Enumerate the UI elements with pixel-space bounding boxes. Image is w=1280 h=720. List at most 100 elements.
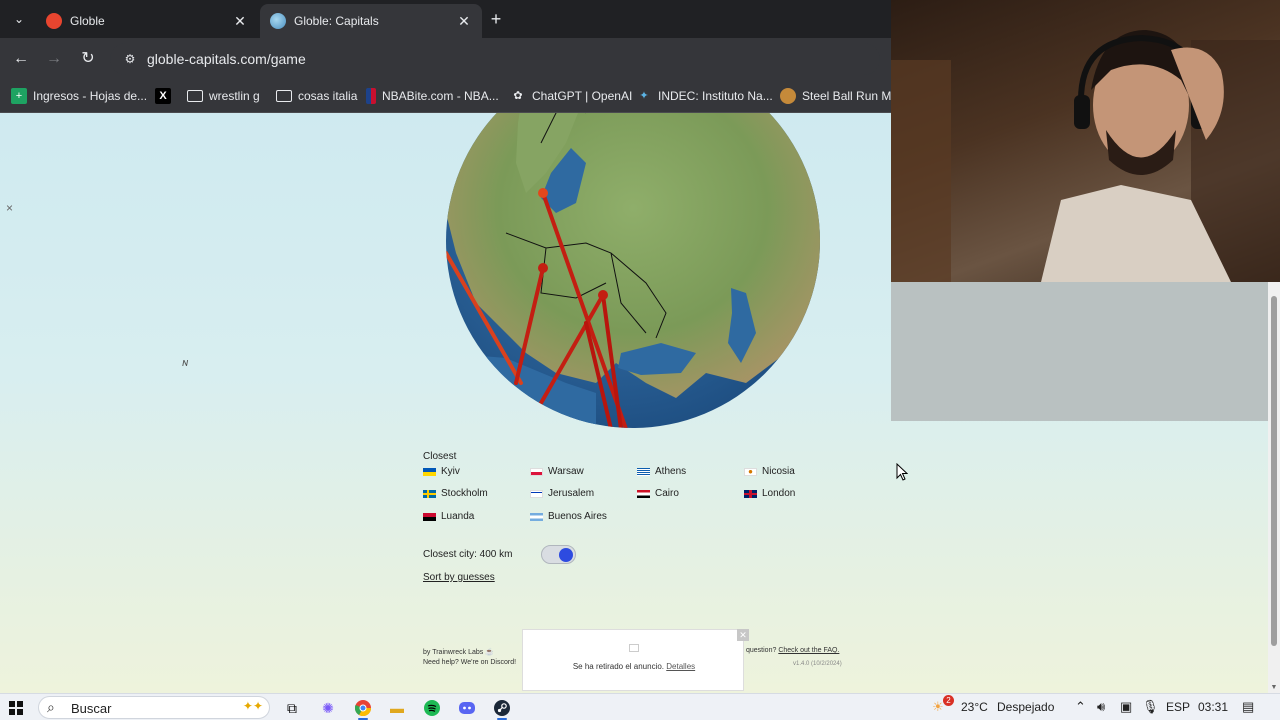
flag-cyprus-icon <box>744 467 757 476</box>
notifications-icon[interactable]: ▤ <box>1242 699 1254 715</box>
scroll-down-arrow-icon[interactable]: ▼ <box>1268 684 1280 691</box>
streamer-figure <box>891 30 1280 282</box>
bookmark-label: cosas italia <box>298 89 358 103</box>
taskbar-search[interactable]: ⌕ Buscar ✦✦ <box>38 696 270 719</box>
folder-icon <box>187 90 203 102</box>
bookmark-sheets[interactable]: + Ingresos - Hojas de... <box>11 86 147 106</box>
weather-temperature[interactable]: 23°C <box>961 700 988 714</box>
guess-label: Jerusalem <box>548 488 595 499</box>
guess-label: Athens <box>655 466 687 477</box>
guess-item[interactable]: London <box>744 488 795 499</box>
guess-label: Warsaw <box>548 466 584 477</box>
closest-city-label: Closest city: 400 km <box>423 549 513 560</box>
folder-icon <box>276 90 292 102</box>
faq-prefix: question? <box>746 647 777 654</box>
chevron-up-icon[interactable]: ⌃ <box>1075 699 1086 715</box>
weather-icon[interactable]: ☀ <box>932 699 944 715</box>
flag-egypt-icon <box>637 489 650 498</box>
tab-search-dropdown-icon[interactable]: ⌄ <box>8 8 30 30</box>
footer-credits: by Trainwreck Labs ☕ Need help? We're on… <box>423 648 516 668</box>
bookmark-label: Ingresos - Hojas de... <box>33 89 148 103</box>
globe[interactable] <box>446 113 820 429</box>
address-bar[interactable]: ⚙ globle-capitals.com/game <box>110 43 880 75</box>
camera-icon[interactable]: ▣ <box>1120 699 1132 715</box>
close-tab-icon[interactable]: ✕ <box>456 13 472 30</box>
speaker-icon[interactable]: 🔊︎ <box>1097 699 1105 715</box>
weather-badge: 2 <box>943 695 954 706</box>
clock-time[interactable]: 03:31 <box>1198 700 1228 714</box>
tab-strip: ⌄ Globle ✕ Globle: Capitals ✕ + <box>0 0 891 38</box>
copilot-sparkle-icon: ✦✦ <box>242 699 263 713</box>
reload-icon[interactable]: ↻ <box>77 48 99 70</box>
back-arrow-icon[interactable]: ← <box>10 48 32 70</box>
bookmark-nbabite[interactable]: NBABite.com - NBA... <box>366 86 499 106</box>
copilot-icon[interactable]: ✺ <box>318 698 338 718</box>
bookmark-cosas-italia[interactable]: cosas italia <box>276 86 357 106</box>
bookmark-label: ChatGPT | OpenAI <box>532 89 633 103</box>
guess-item[interactable]: Kyiv <box>423 466 460 477</box>
guess-label: Nicosia <box>762 466 795 477</box>
ad-close-icon[interactable]: ✕ <box>737 629 749 641</box>
bookmark-x[interactable]: X <box>155 86 177 106</box>
new-tab-button[interactable]: + <box>486 9 506 29</box>
tab-globle-capitals[interactable]: Globle: Capitals ✕ <box>260 4 482 38</box>
language-indicator[interactable]: ESP <box>1166 700 1190 714</box>
faq-link[interactable]: Check out the FAQ. <box>778 647 839 654</box>
guess-item[interactable]: Luanda <box>423 511 474 522</box>
bookmark-label: INDEC: Instituto Na... <box>658 89 773 103</box>
guess-item[interactable]: Stockholm <box>423 488 488 499</box>
page-scrollbar[interactable]: ▼ <box>1268 282 1280 693</box>
flag-poland-icon <box>530 467 543 476</box>
bookmark-indec[interactable]: ✦ INDEC: Instituto Na... <box>636 86 773 106</box>
guess-item[interactable]: Athens <box>637 466 686 477</box>
guess-label: Kyiv <box>441 466 460 477</box>
guess-item[interactable]: Nicosia <box>744 466 795 477</box>
scrollbar-thumb[interactable] <box>1271 296 1277 646</box>
bookmark-label: NBABite.com - NBA... <box>382 89 499 103</box>
close-tab-icon[interactable]: ✕ <box>232 13 248 30</box>
spotify-icon[interactable] <box>422 698 442 718</box>
guess-item[interactable]: Jerusalem <box>530 488 594 499</box>
site-info-icon[interactable]: ⚙ <box>122 51 138 67</box>
globle-favicon-icon <box>46 13 62 29</box>
bookmark-wrestling[interactable]: wrestlin g <box>187 86 260 106</box>
globe-favicon-icon <box>270 13 286 29</box>
ad-message: Se ha retirado el anuncio. Detalles <box>523 662 745 671</box>
windows-taskbar: ⌕ Buscar ✦✦ ⧉ ✺ ▬ ☀ 2 23°C Despejado ⌃ 🔊… <box>0 693 1280 720</box>
guess-label: Buenos Aires <box>548 511 607 522</box>
steam-icon[interactable] <box>492 698 512 718</box>
close-panel-icon[interactable]: × <box>6 201 13 215</box>
version-text: v1.4.0 (10/2/2024) <box>793 661 842 667</box>
url-text[interactable]: globle-capitals.com/game <box>147 51 306 67</box>
guess-marker <box>538 188 548 198</box>
flag-ukraine-icon <box>423 467 436 476</box>
bookmark-steel-ball-run[interactable]: Steel Ball Run Man <box>780 86 891 106</box>
file-explorer-icon[interactable]: ▬ <box>387 698 407 718</box>
discord-icon[interactable] <box>457 698 477 718</box>
mouse-cursor-icon <box>896 463 908 481</box>
distance-unit-toggle[interactable] <box>541 545 576 564</box>
x-icon: X <box>155 88 171 104</box>
weather-description[interactable]: Despejado <box>997 700 1054 714</box>
bookmark-label: wrestlin g <box>209 89 260 103</box>
task-view-icon[interactable]: ⧉ <box>282 698 302 718</box>
guess-label: Cairo <box>655 488 679 499</box>
forward-arrow-icon[interactable]: → <box>43 48 65 70</box>
sort-by-guesses-link[interactable]: Sort by guesses <box>423 572 495 583</box>
chrome-icon[interactable] <box>353 698 373 718</box>
guess-item[interactable]: Warsaw <box>530 466 584 477</box>
microphone-icon[interactable]: 🎙︎ <box>1142 699 1159 715</box>
guess-marker <box>538 263 548 273</box>
bookmark-chatgpt[interactable]: ✿ ChatGPT | OpenAI <box>510 86 632 106</box>
windows-start-icon[interactable] <box>6 698 26 718</box>
guess-item[interactable]: Cairo <box>637 488 679 499</box>
discord-help-text[interactable]: Need help? We're on Discord! <box>423 658 516 668</box>
webcam-overlay <box>891 0 1280 282</box>
bookmarks-bar: + Ingresos - Hojas de... X wrestlin g co… <box>0 80 891 113</box>
nba-icon <box>366 88 376 104</box>
guess-item[interactable]: Buenos Aires <box>530 511 607 522</box>
tab-globle[interactable]: Globle ✕ <box>36 4 258 38</box>
ad-details-link[interactable]: Detalles <box>666 662 695 671</box>
flag-greece-icon <box>637 467 650 476</box>
coffee-icon[interactable]: ☕ <box>485 649 494 656</box>
